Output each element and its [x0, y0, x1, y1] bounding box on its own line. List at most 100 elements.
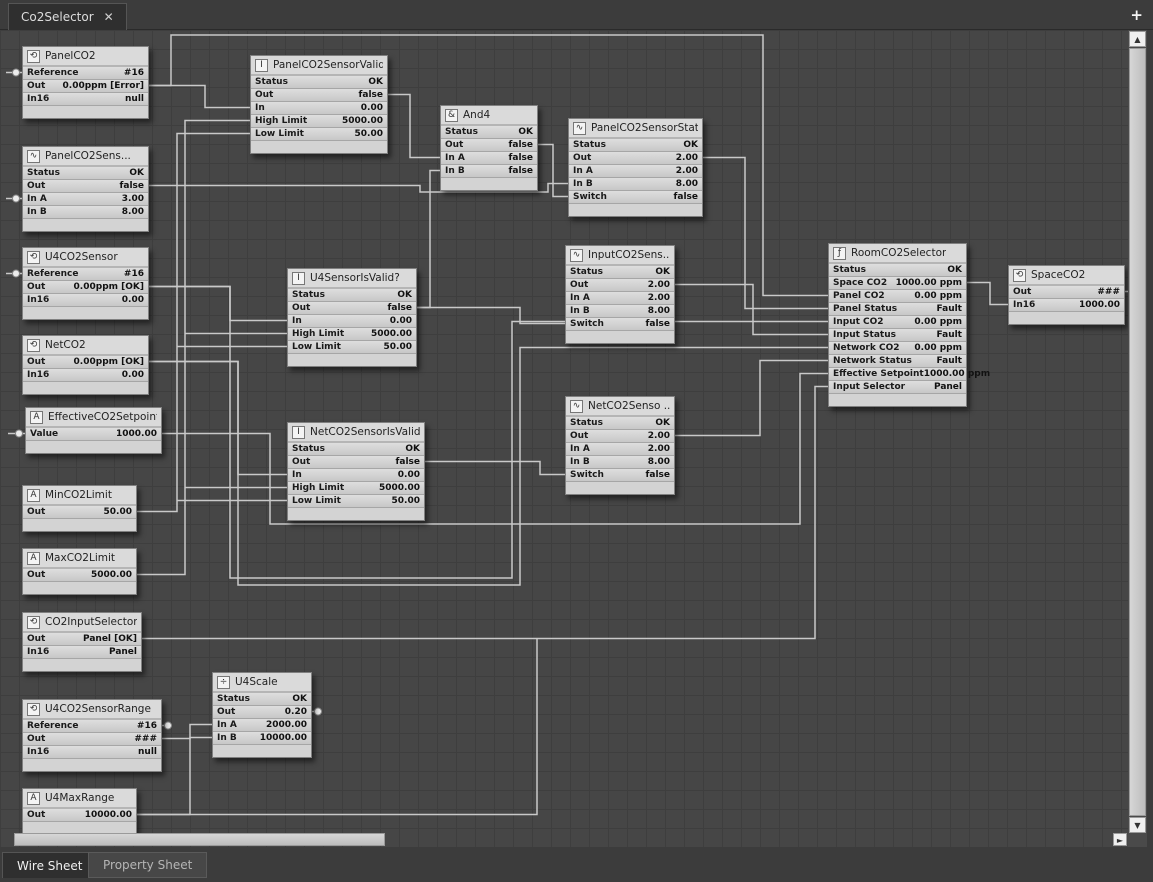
block-row-in16[interactable]: In16Panel: [23, 646, 141, 659]
block-row-in-a[interactable]: In A3.00: [23, 193, 148, 206]
block-row-in[interactable]: In0.00: [288, 469, 424, 482]
block-row-in-b[interactable]: In B10000.00: [213, 732, 311, 745]
block-row-status[interactable]: StatusOK: [288, 289, 416, 302]
block-header[interactable]: ∿PanelCO2Sens...: [23, 147, 148, 167]
block-row-low-limit[interactable]: Low Limit50.00: [288, 341, 416, 354]
scroll-right-icon[interactable]: ►: [1113, 833, 1127, 846]
block-row-out[interactable]: Out50.00: [23, 506, 136, 519]
block-row-out[interactable]: OutPanel [OK]: [23, 633, 141, 646]
block-row-switch[interactable]: Switchfalse: [566, 469, 674, 482]
block-row-in-b[interactable]: In Bfalse: [441, 165, 537, 178]
block-row-in16[interactable]: In16null: [23, 746, 161, 759]
block-row-status[interactable]: StatusOK: [829, 264, 966, 277]
block-row-in16[interactable]: In160.00: [23, 369, 148, 382]
block-row-status[interactable]: StatusOK: [23, 167, 148, 180]
block-row-out[interactable]: Out0.00ppm [Error]: [23, 80, 148, 93]
block-header[interactable]: ⅠU4SensorIsValid?: [288, 269, 416, 289]
block-row-status[interactable]: StatusOK: [441, 126, 537, 139]
block-space-co2[interactable]: ⟲SpaceCO2Out###In161000.00: [1008, 265, 1125, 325]
block-row-effective-setpoint[interactable]: Effective Setpoint1000.00 ppm: [829, 368, 966, 381]
block-row-switch[interactable]: Switchfalse: [569, 191, 702, 204]
block-header[interactable]: ⟲U4CO2SensorRange: [23, 700, 161, 720]
block-u4-sensor-is-valid[interactable]: ⅠU4SensorIsValid?StatusOKOutfalseIn0.00H…: [287, 268, 417, 367]
block-header[interactable]: ⟲NetCO2: [23, 336, 148, 356]
vertical-scrollbar[interactable]: ▲ ▼: [1128, 30, 1147, 847]
block-row-panel-status[interactable]: Panel StatusFault: [829, 303, 966, 316]
block-row-network-co2[interactable]: Network CO20.00 ppm: [829, 342, 966, 355]
add-tab-icon[interactable]: +: [1130, 6, 1143, 24]
block-u4-co2-sensor-range[interactable]: ⟲U4CO2SensorRangeReference#16Out###In16n…: [22, 699, 162, 772]
block-row-out[interactable]: Out2.00: [569, 152, 702, 165]
block-row-in-a[interactable]: In A2000.00: [213, 719, 311, 732]
block-row-in-b[interactable]: In B8.00: [566, 456, 674, 469]
block-row-status[interactable]: StatusOK: [288, 443, 424, 456]
block-header[interactable]: AMinCO2Limit: [23, 486, 136, 506]
block-room-co2-selector[interactable]: ƒRoomCO2SelectorStatusOKSpace CO21000.00…: [828, 243, 967, 407]
block-row-out[interactable]: Outfalse: [441, 139, 537, 152]
block-row-input-selector[interactable]: Input SelectorPanel: [829, 381, 966, 394]
block-row-input-co2[interactable]: Input CO20.00 ppm: [829, 316, 966, 329]
block-net-co2-senso[interactable]: ∿NetCO2Senso ...StatusOKOut2.00In A2.00I…: [565, 396, 675, 495]
block-header[interactable]: ƒRoomCO2Selector: [829, 244, 966, 264]
block-row-out[interactable]: Out2.00: [566, 430, 674, 443]
tab-property-sheet[interactable]: Property Sheet: [88, 852, 207, 878]
block-row-network-status[interactable]: Network StatusFault: [829, 355, 966, 368]
block-row-switch[interactable]: Switchfalse: [566, 318, 674, 331]
block-header[interactable]: ∿PanelCO2SensorStatus: [569, 119, 702, 139]
block-row-in-a[interactable]: In Afalse: [441, 152, 537, 165]
block-header[interactable]: &And4: [441, 106, 537, 126]
block-row-in-b[interactable]: In B8.00: [569, 178, 702, 191]
block-row-value[interactable]: Value1000.00: [26, 428, 161, 441]
block-row-out[interactable]: Outfalse: [23, 180, 148, 193]
block-header[interactable]: ⟲U4CO2Sensor: [23, 248, 148, 268]
block-header[interactable]: ⅠNetCO2SensorIsValid?: [288, 423, 424, 443]
block-net-co2-sensor-is-valid[interactable]: ⅠNetCO2SensorIsValid?StatusOKOutfalseIn0…: [287, 422, 425, 521]
block-row-high-limit[interactable]: High Limit5000.00: [288, 482, 424, 495]
block-header[interactable]: ⟲PanelCO2: [23, 47, 148, 67]
horizontal-scroll-thumb[interactable]: [14, 833, 385, 846]
block-max-co2-limit[interactable]: AMaxCO2LimitOut5000.00: [22, 548, 137, 595]
block-row-out[interactable]: Out5000.00: [23, 569, 136, 582]
block-net-co2[interactable]: ⟲NetCO2Out0.00ppm [OK]In160.00: [22, 335, 149, 395]
block-row-high-limit[interactable]: High Limit5000.00: [288, 328, 416, 341]
block-header[interactable]: ⟲CO2InputSelector: [23, 613, 141, 633]
scroll-down-icon[interactable]: ▼: [1129, 817, 1146, 833]
block-u4-co2-sensor[interactable]: ⟲U4CO2SensorReference#16Out0.00ppm [OK]I…: [22, 247, 149, 320]
block-row-out[interactable]: Out0.00ppm [OK]: [23, 281, 148, 294]
block-header[interactable]: ∿NetCO2Senso ...: [566, 397, 674, 417]
block-panel-co2-sensor-status[interactable]: ∿PanelCO2SensorStatusStatusOKOut2.00In A…: [568, 118, 703, 217]
block-panel-co2[interactable]: ⟲PanelCO2Reference#16Out0.00ppm [Error]I…: [22, 46, 149, 119]
block-row-in[interactable]: In0.00: [251, 102, 387, 115]
block-row-out[interactable]: Out###: [23, 733, 161, 746]
block-row-panel-co2[interactable]: Panel CO20.00 ppm: [829, 290, 966, 303]
block-row-reference[interactable]: Reference#16: [23, 720, 161, 733]
block-row-space-co2[interactable]: Space CO21000.00 ppm: [829, 277, 966, 290]
block-header[interactable]: ⟲SpaceCO2: [1009, 266, 1124, 286]
scroll-up-icon[interactable]: ▲: [1129, 31, 1146, 47]
block-panel-co2-sens[interactable]: ∿PanelCO2Sens...StatusOKOutfalseIn A3.00…: [22, 146, 149, 232]
block-header[interactable]: ∿InputCO2Sens...: [566, 246, 674, 266]
block-row-in-a[interactable]: In A2.00: [569, 165, 702, 178]
block-effective-co2-setpoint[interactable]: AEffectiveCO2SetpointValue1000.00: [25, 407, 162, 454]
block-row-in16[interactable]: In16null: [23, 93, 148, 106]
block-row-out[interactable]: Out###: [1009, 286, 1124, 299]
block-header[interactable]: AEffectiveCO2Setpoint: [26, 408, 161, 428]
block-header[interactable]: AU4MaxRange: [23, 789, 136, 809]
block-row-out[interactable]: Outfalse: [288, 456, 424, 469]
block-and4[interactable]: &And4StatusOKOutfalseIn AfalseIn Bfalse: [440, 105, 538, 191]
block-min-co2-limit[interactable]: AMinCO2LimitOut50.00: [22, 485, 137, 532]
block-row-in16[interactable]: In161000.00: [1009, 299, 1124, 312]
block-row-status[interactable]: StatusOK: [569, 139, 702, 152]
block-row-reference[interactable]: Reference#16: [23, 268, 148, 281]
block-row-low-limit[interactable]: Low Limit50.00: [251, 128, 387, 141]
vertical-scroll-thumb[interactable]: [1129, 48, 1146, 816]
close-icon[interactable]: ✕: [104, 10, 114, 24]
block-row-status[interactable]: StatusOK: [213, 693, 311, 706]
block-u4-max-range[interactable]: AU4MaxRangeOut10000.00: [22, 788, 137, 835]
block-row-in-b[interactable]: In B8.00: [23, 206, 148, 219]
tab-co2selector[interactable]: Co2Selector ✕: [8, 3, 127, 30]
block-row-status[interactable]: StatusOK: [566, 266, 674, 279]
block-row-in16[interactable]: In160.00: [23, 294, 148, 307]
tab-wire-sheet[interactable]: Wire Sheet: [2, 852, 98, 878]
block-row-out[interactable]: Out0.00ppm [OK]: [23, 356, 148, 369]
